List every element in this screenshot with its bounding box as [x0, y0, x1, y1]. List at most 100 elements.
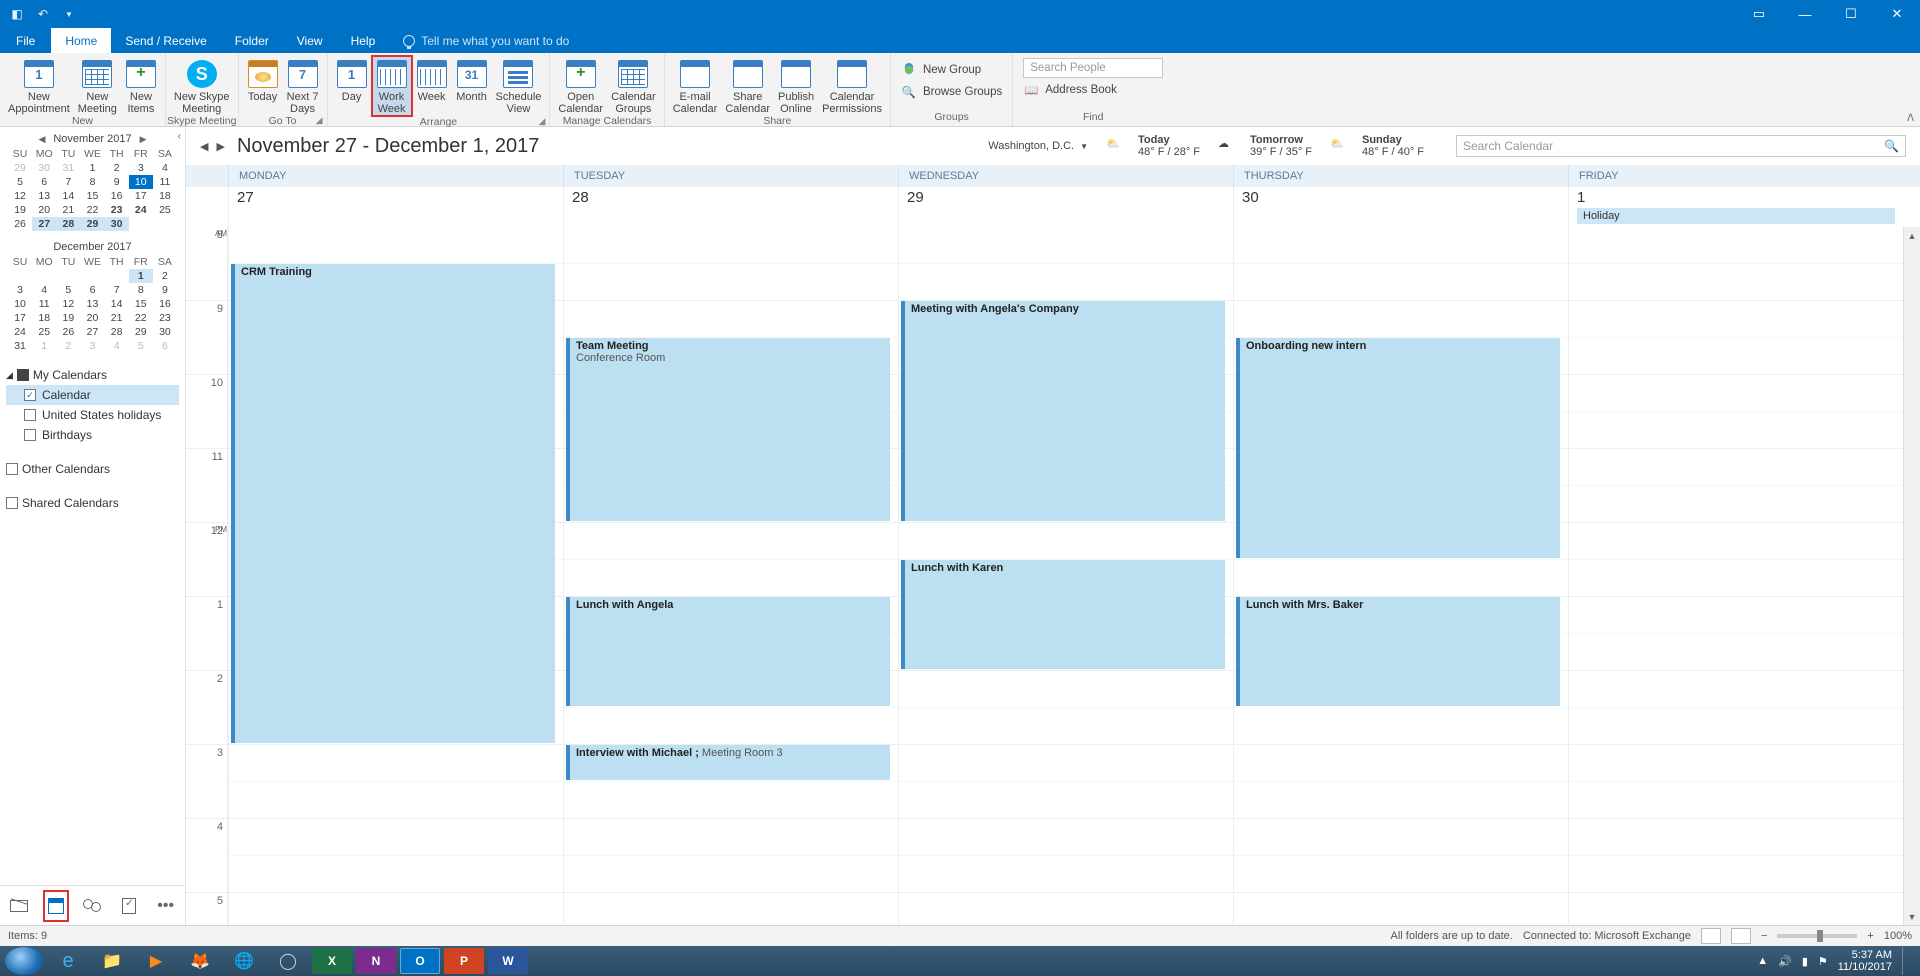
day-number[interactable]: 28	[563, 187, 898, 227]
day-number[interactable]: 30	[1233, 187, 1568, 227]
qat-customize-icon[interactable]: ▼	[58, 3, 80, 25]
mini-date[interactable]: 27	[32, 217, 56, 231]
mini-date[interactable]: 16	[105, 189, 129, 203]
mini-date[interactable]: 18	[153, 189, 177, 203]
day-column[interactable]: Onboarding new intern Lunch with Mrs. Bak…	[1233, 227, 1568, 925]
taskbar-powerpoint-icon[interactable]: P	[444, 948, 484, 974]
mini-date[interactable]: 2	[56, 339, 80, 353]
mini-date[interactable]: 13	[32, 189, 56, 203]
zoom-out-button[interactable]: −	[1761, 930, 1767, 942]
share-calendar-button[interactable]: Share Calendar	[721, 56, 774, 115]
taskbar-onenote-icon[interactable]: N	[356, 948, 396, 974]
mini-date[interactable]: 4	[32, 283, 56, 297]
appointment[interactable]: Lunch with Mrs. Baker	[1236, 597, 1560, 706]
mini-date[interactable]: 17	[8, 311, 32, 325]
mini-date[interactable]: 21	[105, 311, 129, 325]
mini-date[interactable]: 19	[56, 311, 80, 325]
maximize-button[interactable]: ☐	[1828, 0, 1874, 28]
new-group-button[interactable]: New Group	[901, 60, 1002, 80]
day-number[interactable]: 1Holiday	[1568, 187, 1903, 227]
day-number[interactable]: 29	[898, 187, 1233, 227]
mini-date[interactable]: 24	[8, 325, 32, 339]
mini-date[interactable]: 30	[153, 325, 177, 339]
day-column[interactable]: Meeting with Angela's CompanyLunch with …	[898, 227, 1233, 925]
mini-date[interactable]: 18	[32, 311, 56, 325]
ribbon-display-icon[interactable]: ▭	[1736, 0, 1782, 28]
calendar-nav-icon[interactable]	[45, 892, 68, 920]
mini-date[interactable]: 3	[80, 339, 104, 353]
day-column[interactable]: CRM Training	[228, 227, 563, 925]
mini-date[interactable]: 22	[129, 311, 153, 325]
mini-date[interactable]: 27	[80, 325, 104, 339]
mini-date[interactable]	[32, 269, 56, 283]
mini-date[interactable]: 26	[56, 325, 80, 339]
tab-home[interactable]: Home	[51, 28, 111, 53]
time-grid[interactable]: 8AM9101112PM12345678 CRM TrainingTeam Me…	[186, 227, 1920, 925]
prev-week-icon[interactable]: ◀	[200, 140, 208, 153]
work-week-view-button[interactable]: Work Week	[372, 56, 412, 116]
mini-date[interactable]	[56, 269, 80, 283]
mini-date[interactable]: 15	[129, 297, 153, 311]
checkbox-icon[interactable]	[17, 369, 29, 381]
mini-date[interactable]: 10	[8, 297, 32, 311]
taskbar-excel-icon[interactable]: X	[312, 948, 352, 974]
mini-date[interactable]: 20	[32, 203, 56, 217]
mini-date[interactable]: 26	[8, 217, 32, 231]
mini-date[interactable]: 28	[56, 217, 80, 231]
tasks-nav-icon[interactable]	[118, 892, 141, 920]
calendar-groups-button[interactable]: Calendar Groups	[607, 56, 660, 115]
next-7-days-button[interactable]: Next 7 Days	[283, 56, 323, 115]
mini-date[interactable]: 1	[32, 339, 56, 353]
taskbar-outlook-icon[interactable]: O	[400, 948, 440, 974]
mini-date[interactable]: 22	[80, 203, 104, 217]
tab-folder[interactable]: Folder	[221, 28, 283, 53]
mini-date[interactable]	[105, 269, 129, 283]
appointment[interactable]: CRM Training	[231, 264, 555, 743]
mini-date[interactable]: 11	[153, 175, 177, 189]
prev-month-icon[interactable]: ◀	[38, 134, 45, 145]
collapse-ribbon-icon[interactable]: ᐱ	[1907, 113, 1914, 124]
mini-date[interactable]: 5	[56, 283, 80, 297]
day-number[interactable]: 27	[228, 187, 563, 227]
tray-volume-icon[interactable]: 🔊	[1778, 955, 1792, 968]
mini-date[interactable]: 5	[8, 175, 32, 189]
mini-date[interactable]: 31	[8, 339, 32, 353]
mini-date[interactable]: 7	[56, 175, 80, 189]
taskbar-explorer-icon[interactable]: 📁	[92, 948, 132, 974]
other-calendars-group[interactable]: Other Calendars	[6, 459, 179, 479]
mini-date[interactable]: 19	[8, 203, 32, 217]
tell-me-search[interactable]: Tell me what you want to do	[389, 28, 569, 53]
search-people-input[interactable]: Search People	[1023, 58, 1163, 78]
mini-date[interactable]: 7	[105, 283, 129, 297]
mini-date[interactable]: 25	[153, 203, 177, 217]
mini-date[interactable]: 9	[105, 175, 129, 189]
more-nav-icon[interactable]: •••	[154, 892, 177, 920]
search-calendar-input[interactable]: Search Calendar🔍	[1456, 135, 1906, 157]
next-week-icon[interactable]: ▶	[216, 140, 224, 153]
new-items-button[interactable]: New Items	[121, 56, 161, 115]
mini-date[interactable]: 3	[129, 161, 153, 175]
mini-date[interactable]: 11	[32, 297, 56, 311]
normal-view-button[interactable]	[1701, 928, 1721, 944]
mini-date[interactable]: 4	[153, 161, 177, 175]
appointment[interactable]: Lunch with Angela	[566, 597, 890, 706]
mini-date[interactable]: 15	[80, 189, 104, 203]
mini-date[interactable]: 8	[80, 175, 104, 189]
appointment[interactable]: Onboarding new intern	[1236, 338, 1560, 558]
zoom-in-button[interactable]: +	[1867, 930, 1873, 942]
mini-date[interactable]: 9	[153, 283, 177, 297]
tray-network-icon[interactable]: ▮	[1802, 955, 1808, 968]
mini-date[interactable]: 6	[153, 339, 177, 353]
show-desktop-button[interactable]	[1902, 947, 1910, 975]
scroll-up-icon[interactable]: ▲	[1904, 227, 1920, 244]
minimize-button[interactable]: —	[1782, 0, 1828, 28]
mini-date[interactable]: 31	[56, 161, 80, 175]
mini-date[interactable]: 20	[80, 311, 104, 325]
mini-date[interactable]: 6	[32, 175, 56, 189]
mini-date[interactable]: 17	[129, 189, 153, 203]
mini-date[interactable]: 2	[153, 269, 177, 283]
scroll-down-icon[interactable]: ▼	[1904, 908, 1920, 925]
my-calendars-group[interactable]: ◢ My Calendars	[6, 365, 179, 385]
day-column[interactable]: Team MeetingConference RoomLunch with An…	[563, 227, 898, 925]
new-meeting-button[interactable]: New Meeting	[74, 56, 121, 115]
